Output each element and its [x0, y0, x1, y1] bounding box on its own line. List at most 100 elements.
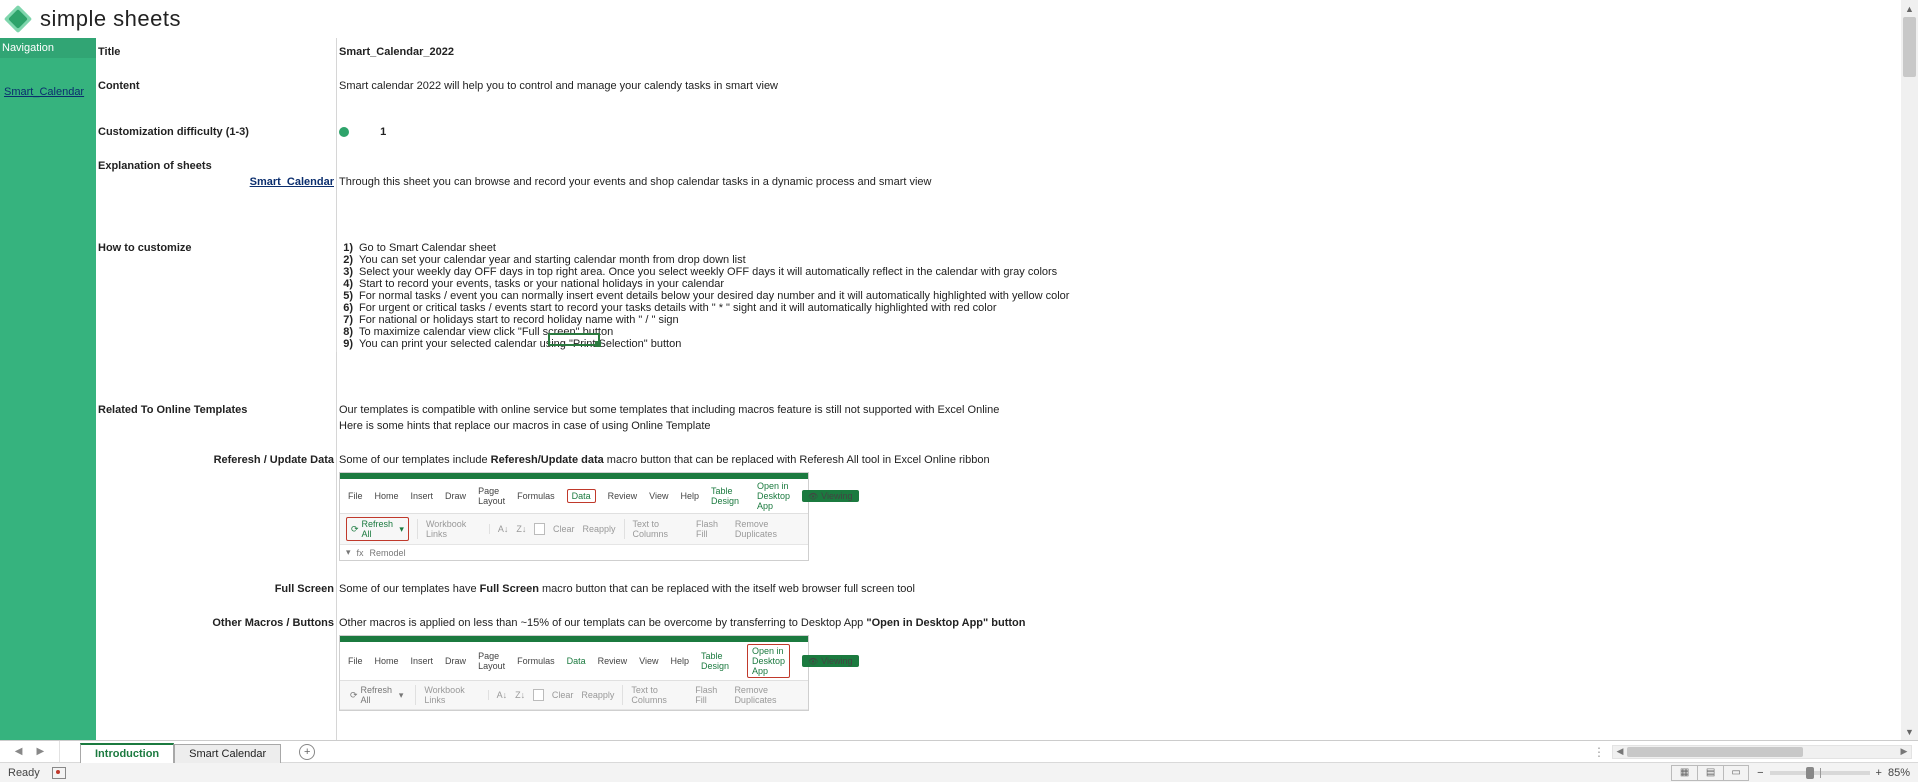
view-pagelayout-icon[interactable]: ▤	[1697, 765, 1723, 781]
scroll-down-arrow-icon[interactable]: ▼	[1901, 723, 1918, 740]
rb-viewing-label: Viewing	[821, 491, 852, 501]
refresh-icon	[351, 524, 359, 535]
ribbon-mock-1: File Home Insert Draw Page Layout Formul…	[339, 472, 809, 561]
tab-smart-calendar[interactable]: Smart Calendar	[174, 744, 281, 763]
excel-app: simple sheets Navigation Smart_Calendar …	[0, 0, 1918, 782]
step-num-2: 2)	[339, 254, 353, 266]
rb-open-desktop: Open in Desktop App	[757, 481, 790, 511]
rb-filter-icon	[534, 523, 545, 535]
value-difficulty[interactable]: 1	[336, 124, 388, 140]
fullscreen-text-pre: Some of our templates have	[339, 583, 480, 595]
vscroll-track[interactable]	[1901, 17, 1918, 723]
sheet-nav-arrows: ◀ ▶	[0, 741, 60, 762]
refresh-text-pre: Some of our templates include	[339, 454, 491, 466]
explanation-sheet-link[interactable]: Smart_Calendar	[96, 174, 336, 190]
view-normal-icon[interactable]: ▦	[1671, 765, 1697, 781]
rb2-clear: Clear	[552, 690, 574, 700]
rb-tab-formulas: Formulas	[517, 491, 555, 501]
difficulty-number: 1	[380, 126, 386, 138]
rb-tab-draw: Draw	[445, 491, 466, 501]
sheet-tab-bar: ◀ ▶ Introduction Smart Calendar + ⋮ ◀ ▶	[0, 740, 1918, 762]
brand-mark-icon	[4, 5, 32, 33]
rb2-filter-icon	[533, 689, 544, 701]
status-bar: Ready ▦ ▤ ▭ − + 85%	[0, 762, 1918, 782]
rb2-tab-home: Home	[375, 656, 399, 666]
zoom-slider[interactable]	[1770, 771, 1870, 775]
workbook-area: simple sheets Navigation Smart_Calendar …	[0, 0, 1918, 782]
zoom-percent[interactable]: 85%	[1888, 767, 1910, 779]
sidebar-nav-title: Navigation	[0, 38, 96, 58]
zoom-in-button[interactable]: +	[1876, 767, 1882, 779]
view-mode-switcher: ▦ ▤ ▭	[1671, 765, 1749, 781]
add-sheet-button[interactable]: +	[299, 741, 315, 762]
label-fullscreen: Full Screen	[96, 581, 336, 597]
rb2-tab-pagelayout: Page Layout	[478, 651, 505, 671]
value-related[interactable]: Our templates is compatible with online …	[336, 402, 1001, 418]
rb2-tab-help: Help	[670, 656, 689, 666]
label-refresh: Referesh / Update Data	[96, 452, 336, 468]
rb-remove: Remove Duplicates	[735, 519, 802, 539]
tab-introduction[interactable]: Introduction	[80, 743, 174, 763]
sidebar-link-smart-calendar[interactable]: Smart_Calendar	[0, 82, 96, 102]
step-num-8: 8)	[339, 326, 353, 338]
sheet-view: simple sheets Navigation Smart_Calendar …	[0, 0, 1918, 740]
rb-tab-tabledesign: Table Design	[711, 486, 739, 506]
value-fullscreen[interactable]: Some of our templates have Full Screen m…	[336, 581, 917, 597]
vscroll-thumb[interactable]	[1903, 17, 1916, 77]
value-refresh[interactable]: Some of our templates include Referesh/U…	[336, 452, 992, 468]
vertical-scrollbar[interactable]: ▲ ▼	[1901, 0, 1918, 740]
sheet-nav-next-icon[interactable]: ▶	[37, 746, 45, 757]
rb2-viewing-label: Viewing	[821, 656, 852, 666]
value-content[interactable]: Smart calendar 2022 will help you to con…	[336, 78, 780, 94]
fullscreen-text-post: macro button that can be replaced with t…	[542, 583, 915, 595]
rb-ttc: Text to Columns	[624, 519, 688, 539]
zoom-out-button[interactable]: −	[1757, 767, 1763, 779]
rb-tab-home: Home	[375, 491, 399, 501]
value-title[interactable]: Smart_Calendar_2022	[336, 44, 456, 60]
rb2-flash: Flash Fill	[695, 685, 726, 705]
hscroll-track[interactable]	[1627, 746, 1897, 758]
rb-fx: fx	[357, 548, 364, 558]
zoom-slider-knob[interactable]	[1806, 767, 1814, 779]
step-text-4: Start to record your events, tasks or yo…	[359, 278, 724, 290]
tabbar-more-icon[interactable]: ⋮	[1593, 745, 1606, 759]
rb-tab-insert: Insert	[411, 491, 434, 501]
step-text-7: For national or holidays start to record…	[359, 314, 679, 326]
scroll-up-arrow-icon[interactable]: ▲	[1901, 0, 1918, 17]
main-content: Title Smart_Calendar_2022 Content Smart …	[96, 38, 1901, 740]
value-explanation-text[interactable]: Through this sheet you can browse and re…	[336, 174, 933, 190]
brand-logo: simple sheets	[0, 0, 181, 38]
value-related-hint[interactable]: Here is some hints that replace our macr…	[336, 418, 713, 434]
hscroll-right-icon[interactable]: ▶	[1897, 746, 1911, 757]
difficulty-dot-icon	[339, 127, 349, 137]
rb-tab-view: View	[649, 491, 668, 501]
rb-tab-review: Review	[608, 491, 638, 501]
hscroll-thumb[interactable]	[1627, 747, 1803, 757]
sheet-content: simple sheets Navigation Smart_Calendar …	[0, 0, 1918, 740]
rb2-workbook-links: Workbook Links	[415, 685, 479, 705]
rb-tab-help: Help	[680, 491, 699, 501]
view-pagebreak-icon[interactable]: ▭	[1723, 765, 1749, 781]
howto-steps[interactable]: 1)Go to Smart Calendar sheet 2)You can s…	[336, 240, 1071, 352]
rb-workbook-links: Workbook Links	[417, 519, 481, 539]
label-difficulty: Customization difficulty (1-3)	[96, 124, 336, 140]
sidebar: Navigation Smart_Calendar	[0, 38, 96, 740]
rb2-tab-data: Data	[567, 656, 586, 666]
macro-record-icon[interactable]	[52, 767, 66, 779]
fullscreen-text-bold: Full Screen	[480, 583, 542, 595]
step-text-3: Select your weekly day OFF days in top r…	[359, 266, 1057, 278]
step-num-6: 6)	[339, 302, 353, 314]
hscroll-left-icon[interactable]: ◀	[1613, 746, 1627, 757]
label-other: Other Macros / Buttons	[96, 615, 336, 631]
step-num-9: 9)	[339, 338, 353, 350]
sheet-tabs: Introduction Smart Calendar	[80, 741, 281, 762]
rb2-tab-view: View	[639, 656, 658, 666]
refresh-icon-2	[350, 690, 358, 701]
eye-icon-2	[808, 656, 818, 666]
sheet-nav-prev-icon[interactable]: ◀	[15, 746, 23, 757]
step-num-4: 4)	[339, 278, 353, 290]
value-other[interactable]: Other macros is applied on less than ~15…	[336, 615, 1028, 631]
rb2-viewing-btn: Viewing	[802, 655, 859, 667]
step-text-2: You can set your calendar year and start…	[359, 254, 746, 266]
horizontal-scrollbar[interactable]: ◀ ▶	[1612, 745, 1912, 759]
